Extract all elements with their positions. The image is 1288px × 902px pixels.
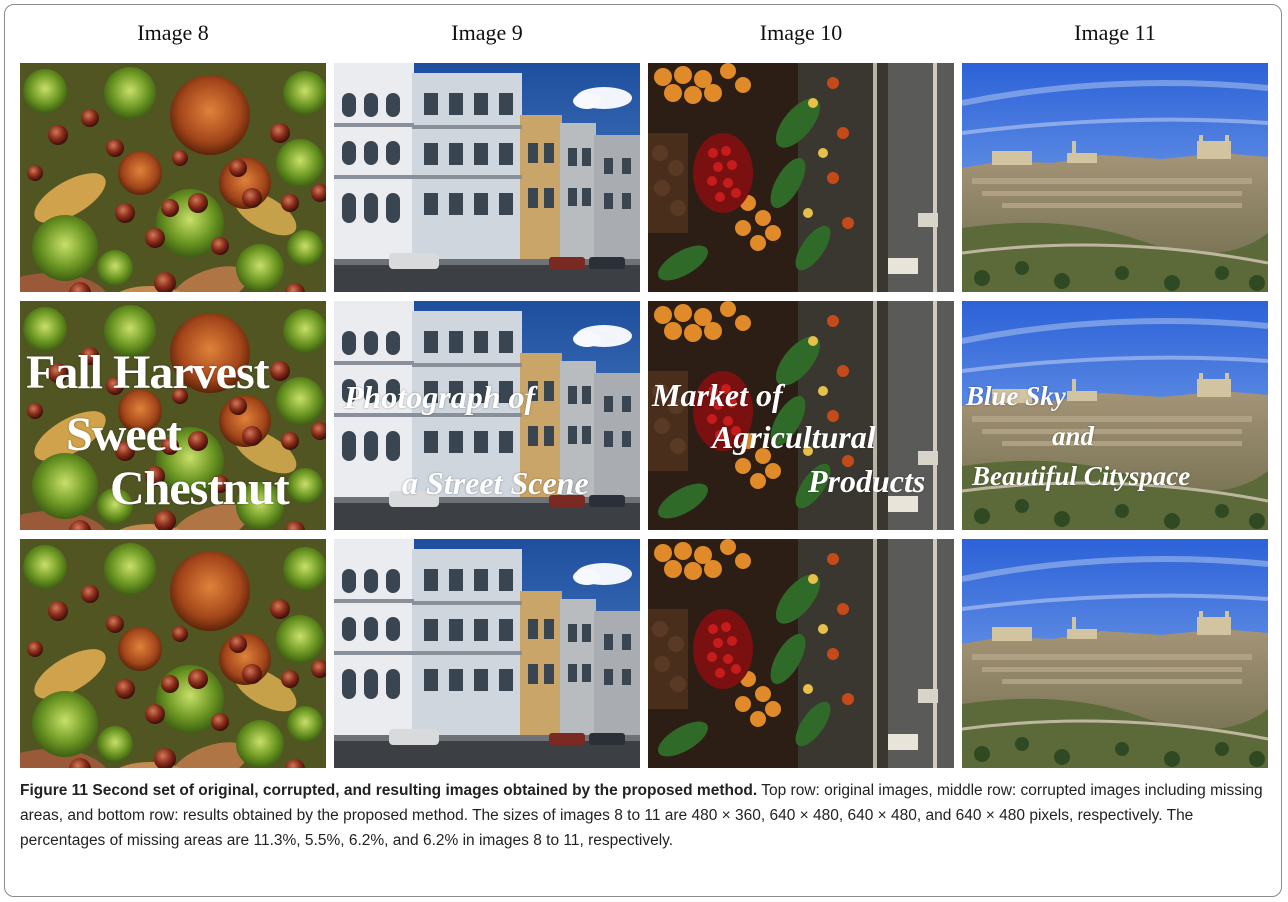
image-11-original <box>962 63 1268 292</box>
image-8-result <box>20 539 326 768</box>
image-10-corrupted: Market of Agricultural Products <box>648 301 954 530</box>
column-title-image-8: Image 8 <box>137 20 209 45</box>
image-10-original <box>648 63 954 292</box>
caption-title: Figure 11 Second set of original, corrup… <box>20 782 758 799</box>
image-10-result <box>648 539 954 768</box>
image-9-corrupted: Photograph of a Street Scene <box>334 301 640 530</box>
column-title-image-11: Image 11 <box>1074 20 1156 45</box>
column-title-image-9: Image 9 <box>451 20 523 45</box>
image-8-original <box>20 63 326 292</box>
image-11-result <box>962 539 1268 768</box>
image-8-corrupted: Fall Harvest Sweet Chestnut <box>20 301 326 530</box>
image-9-original <box>334 63 640 292</box>
image-11-corrupted: Blue Sky and Beautiful Cityspace <box>962 301 1268 530</box>
column-title-image-10: Image 10 <box>759 20 843 45</box>
image-9-result <box>334 539 640 768</box>
figure-caption: Figure 11 Second set of original, corrup… <box>20 778 1270 853</box>
